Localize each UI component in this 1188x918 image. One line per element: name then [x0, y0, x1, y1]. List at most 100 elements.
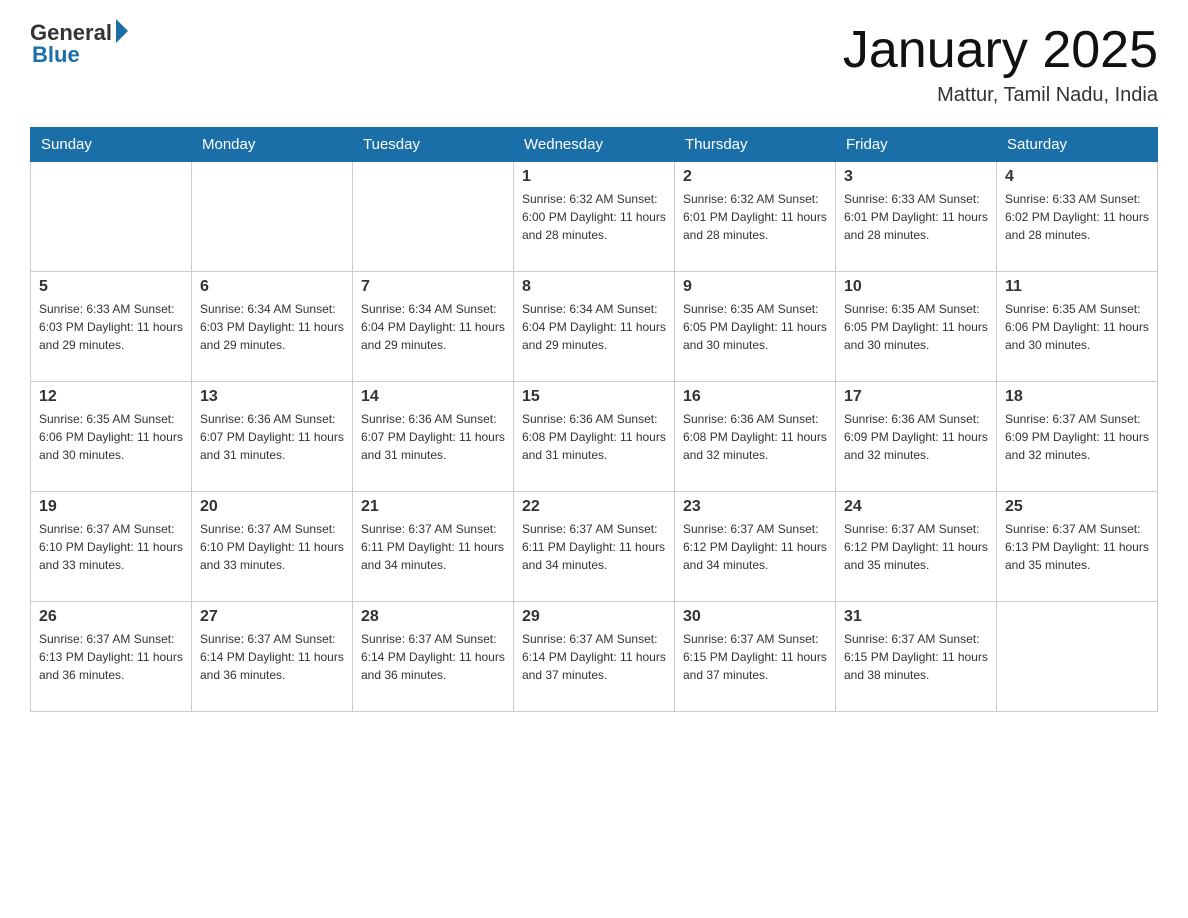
day-info: Sunrise: 6:37 AM Sunset: 6:14 PM Dayligh… — [200, 630, 344, 684]
day-info: Sunrise: 6:35 AM Sunset: 6:06 PM Dayligh… — [1005, 300, 1149, 354]
calendar-week-row: 12Sunrise: 6:35 AM Sunset: 6:06 PM Dayli… — [31, 382, 1158, 492]
calendar-cell — [31, 162, 192, 272]
calendar-cell: 14Sunrise: 6:36 AM Sunset: 6:07 PM Dayli… — [353, 382, 514, 492]
calendar-cell: 8 Sunrise: 6:34 AM Sunset: 6:04 PM Daylig… — [514, 272, 675, 382]
day-number: 29 — [522, 608, 666, 626]
day-number: 14 — [361, 388, 505, 406]
location-text: Mattur, Tamil Nadu, India — [843, 84, 1158, 107]
calendar-cell: 27 Sunrise: 6:37 AM Sunset: 6:14 PM Dayli… — [192, 602, 353, 712]
day-number: 28 — [361, 608, 505, 626]
day-info: Sunrise: 6:37 AM Sunset: 6:11 PM Dayligh… — [361, 520, 505, 574]
day-number: 20 — [200, 498, 344, 516]
day-number: 23 — [683, 498, 827, 516]
day-info: Sunrise: 6:36 AM Sunset: 6:08 PM Dayligh… — [522, 410, 666, 464]
day-number: 8 — [522, 278, 666, 296]
day-number: 22 — [522, 498, 666, 516]
calendar-cell: 24 Sunrise: 6:37 AM Sunset: 6:12 PM Dayli… — [836, 492, 997, 602]
calendar-cell: 28 Sunrise: 6:37 AM Sunset: 6:14 PM Dayli… — [353, 602, 514, 712]
column-header-sunday: Sunday — [31, 128, 192, 162]
day-number: 3 — [844, 168, 988, 186]
calendar-cell: 18 Sunrise: 6:37 AM Sunset: 6:09 PM Dayli… — [997, 382, 1158, 492]
calendar-cell: 2 Sunrise: 6:32 AM Sunset: 6:01 PM Daylig… — [675, 162, 836, 272]
calendar-cell: 23 Sunrise: 6:37 AM Sunset: 6:12 PM Dayli… — [675, 492, 836, 602]
day-info: Sunrise: 6:36 AM Sunset: 6:09 PM Dayligh… — [844, 410, 988, 464]
day-info: Sunrise: 6:32 AM Sunset: 6:01 PM Dayligh… — [683, 190, 827, 244]
day-number: 10 — [844, 278, 988, 296]
calendar-cell — [997, 602, 1158, 712]
month-title: January 2025 — [843, 20, 1158, 80]
day-info: Sunrise: 6:37 AM Sunset: 6:12 PM Dayligh… — [844, 520, 988, 574]
day-info: Sunrise: 6:34 AM Sunset: 6:03 PM Dayligh… — [200, 300, 344, 354]
day-number: 7 — [361, 278, 505, 296]
day-number: 16 — [683, 388, 827, 406]
day-info: Sunrise: 6:37 AM Sunset: 6:10 PM Dayligh… — [200, 520, 344, 574]
day-number: 30 — [683, 608, 827, 626]
calendar-cell: 15 Sunrise: 6:36 AM Sunset: 6:08 PM Dayli… — [514, 382, 675, 492]
day-info: Sunrise: 6:33 AM Sunset: 6:01 PM Dayligh… — [844, 190, 988, 244]
calendar-cell: 19 Sunrise: 6:37 AM Sunset: 6:10 PM Dayli… — [31, 492, 192, 602]
day-number: 1 — [522, 168, 666, 186]
day-info: Sunrise: 6:37 AM Sunset: 6:09 PM Dayligh… — [1005, 410, 1149, 464]
day-number: 15 — [522, 388, 666, 406]
day-info: Sunrise: 6:35 AM Sunset: 6:05 PM Dayligh… — [844, 300, 988, 354]
calendar-cell: 22Sunrise: 6:37 AM Sunset: 6:11 PM Dayli… — [514, 492, 675, 602]
day-info: Sunrise: 6:34 AM Sunset: 6:04 PM Dayligh… — [522, 300, 666, 354]
calendar-cell: 9Sunrise: 6:35 AM Sunset: 6:05 PM Daylig… — [675, 272, 836, 382]
page-header: General Blue January 2025 Mattur, Tamil … — [30, 20, 1158, 107]
logo-arrow-icon — [116, 19, 128, 43]
calendar-cell: 20 Sunrise: 6:37 AM Sunset: 6:10 PM Dayli… — [192, 492, 353, 602]
calendar-cell: 17Sunrise: 6:36 AM Sunset: 6:09 PM Dayli… — [836, 382, 997, 492]
day-number: 24 — [844, 498, 988, 516]
calendar-cell: 26Sunrise: 6:37 AM Sunset: 6:13 PM Dayli… — [31, 602, 192, 712]
calendar-cell: 6Sunrise: 6:34 AM Sunset: 6:03 PM Daylig… — [192, 272, 353, 382]
column-header-wednesday: Wednesday — [514, 128, 675, 162]
calendar-week-row: 26Sunrise: 6:37 AM Sunset: 6:13 PM Dayli… — [31, 602, 1158, 712]
day-info: Sunrise: 6:37 AM Sunset: 6:13 PM Dayligh… — [1005, 520, 1149, 574]
calendar-cell: 1 Sunrise: 6:32 AM Sunset: 6:00 PM Daylig… — [514, 162, 675, 272]
day-number: 11 — [1005, 278, 1149, 296]
day-number: 2 — [683, 168, 827, 186]
day-info: Sunrise: 6:37 AM Sunset: 6:10 PM Dayligh… — [39, 520, 183, 574]
calendar-week-row: 19 Sunrise: 6:37 AM Sunset: 6:10 PM Dayli… — [31, 492, 1158, 602]
calendar-cell: 12Sunrise: 6:35 AM Sunset: 6:06 PM Dayli… — [31, 382, 192, 492]
calendar-cell — [192, 162, 353, 272]
day-info: Sunrise: 6:37 AM Sunset: 6:14 PM Dayligh… — [361, 630, 505, 684]
calendar-cell: 16 Sunrise: 6:36 AM Sunset: 6:08 PM Dayli… — [675, 382, 836, 492]
day-info: Sunrise: 6:35 AM Sunset: 6:06 PM Dayligh… — [39, 410, 183, 464]
day-number: 27 — [200, 608, 344, 626]
day-number: 4 — [1005, 168, 1149, 186]
day-info: Sunrise: 6:34 AM Sunset: 6:04 PM Dayligh… — [361, 300, 505, 354]
calendar-cell: 4Sunrise: 6:33 AM Sunset: 6:02 PM Daylig… — [997, 162, 1158, 272]
column-header-monday: Monday — [192, 128, 353, 162]
title-section: January 2025 Mattur, Tamil Nadu, India — [843, 20, 1158, 107]
day-number: 9 — [683, 278, 827, 296]
day-info: Sunrise: 6:36 AM Sunset: 6:07 PM Dayligh… — [200, 410, 344, 464]
column-header-thursday: Thursday — [675, 128, 836, 162]
day-info: Sunrise: 6:37 AM Sunset: 6:14 PM Dayligh… — [522, 630, 666, 684]
day-number: 21 — [361, 498, 505, 516]
day-number: 25 — [1005, 498, 1149, 516]
calendar-cell: 13Sunrise: 6:36 AM Sunset: 6:07 PM Dayli… — [192, 382, 353, 492]
calendar-header-row: SundayMondayTuesdayWednesdayThursdayFrid… — [31, 128, 1158, 162]
day-number: 5 — [39, 278, 183, 296]
calendar-cell: 10 Sunrise: 6:35 AM Sunset: 6:05 PM Dayli… — [836, 272, 997, 382]
day-info: Sunrise: 6:36 AM Sunset: 6:08 PM Dayligh… — [683, 410, 827, 464]
column-header-tuesday: Tuesday — [353, 128, 514, 162]
column-header-saturday: Saturday — [997, 128, 1158, 162]
calendar-week-row: 1 Sunrise: 6:32 AM Sunset: 6:00 PM Daylig… — [31, 162, 1158, 272]
calendar-week-row: 5 Sunrise: 6:33 AM Sunset: 6:03 PM Daylig… — [31, 272, 1158, 382]
column-header-friday: Friday — [836, 128, 997, 162]
day-number: 19 — [39, 498, 183, 516]
logo-blue-text: Blue — [32, 42, 80, 68]
calendar-cell — [353, 162, 514, 272]
day-number: 18 — [1005, 388, 1149, 406]
day-info: Sunrise: 6:37 AM Sunset: 6:15 PM Dayligh… — [844, 630, 988, 684]
day-info: Sunrise: 6:32 AM Sunset: 6:00 PM Dayligh… — [522, 190, 666, 244]
day-info: Sunrise: 6:37 AM Sunset: 6:12 PM Dayligh… — [683, 520, 827, 574]
calendar-table: SundayMondayTuesdayWednesdayThursdayFrid… — [30, 127, 1158, 712]
calendar-cell: 11 Sunrise: 6:35 AM Sunset: 6:06 PM Dayli… — [997, 272, 1158, 382]
calendar-cell: 31Sunrise: 6:37 AM Sunset: 6:15 PM Dayli… — [836, 602, 997, 712]
calendar-cell: 21 Sunrise: 6:37 AM Sunset: 6:11 PM Dayli… — [353, 492, 514, 602]
calendar-cell: 25 Sunrise: 6:37 AM Sunset: 6:13 PM Dayli… — [997, 492, 1158, 602]
day-info: Sunrise: 6:33 AM Sunset: 6:03 PM Dayligh… — [39, 300, 183, 354]
